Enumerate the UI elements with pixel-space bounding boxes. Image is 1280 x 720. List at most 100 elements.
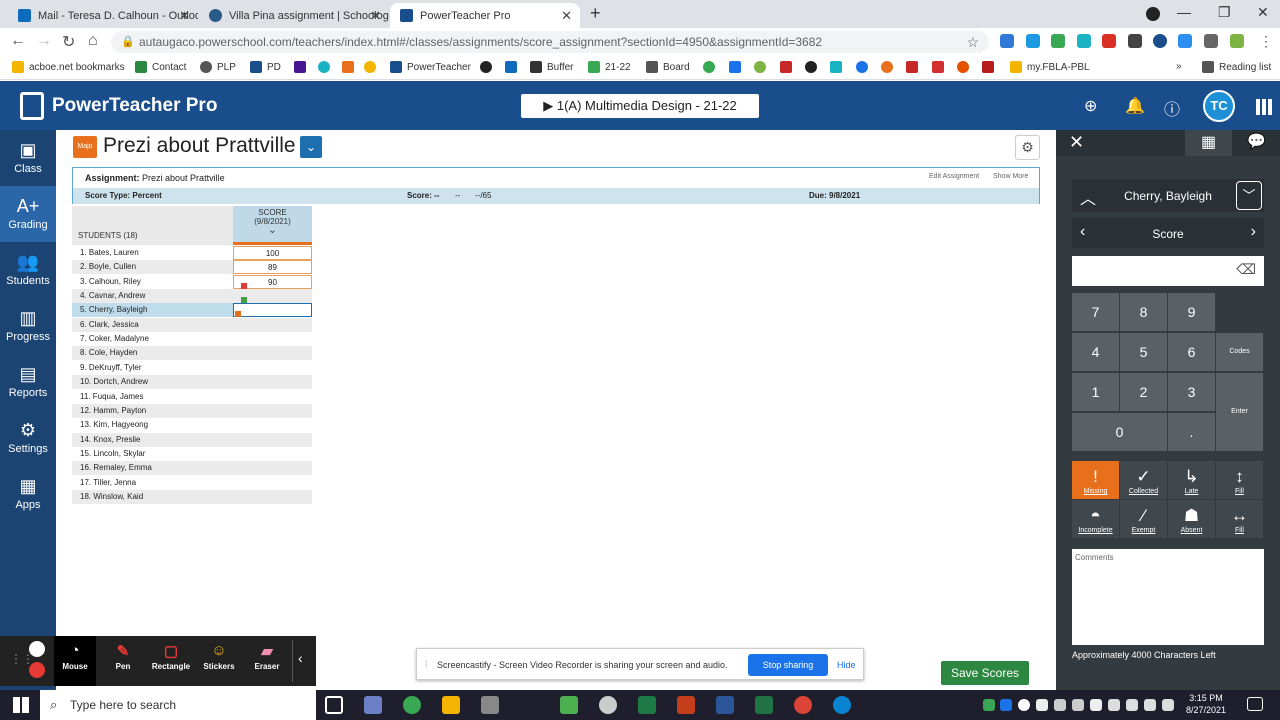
browser-tab-powerteacher[interactable]: PowerTeacher Pro ✕ (390, 3, 580, 28)
bookmark-item[interactable]: Buffer (530, 61, 574, 73)
notification-center-icon[interactable] (1247, 697, 1263, 711)
fill-code-button[interactable]: ↕ Fill (1216, 461, 1263, 499)
mouse-tool[interactable]: ◔ Mouse (53, 642, 97, 671)
hide-link[interactable]: Hide (837, 660, 856, 670)
pause-icon[interactable] (29, 641, 45, 657)
notifications-icon[interactable]: 🔔 (1125, 96, 1145, 116)
bookmark-item[interactable] (754, 61, 771, 73)
tray-icon[interactable] (1090, 699, 1102, 711)
student-name[interactable]: 14. Knox, Preslie (72, 432, 233, 447)
keypad-9[interactable]: 9 (1168, 293, 1215, 331)
score-cell[interactable] (233, 489, 312, 504)
stop-record-icon[interactable] (29, 662, 45, 678)
absent-code-button[interactable]: ☗ Absent (1168, 500, 1215, 538)
student-name[interactable]: 10. Dortch, Andrew (72, 375, 233, 390)
tray-icon[interactable] (1072, 699, 1084, 711)
student-name[interactable]: 6. Clark, Jessica (72, 317, 233, 332)
profile-menu-icon[interactable] (1146, 7, 1160, 21)
keypad-5[interactable]: 5 (1120, 333, 1167, 371)
home-icon[interactable]: ⌂ (88, 32, 98, 50)
bookmark-item[interactable] (982, 61, 999, 73)
score-cell[interactable] (233, 375, 312, 390)
keypad-0[interactable]: 0 (1072, 413, 1167, 451)
pen-tool[interactable]: ✎ Pen (101, 642, 145, 671)
student-name[interactable]: 4. Cavnar, Andrew (72, 289, 233, 304)
calculator-icon[interactable] (560, 696, 578, 714)
sidebar-item-apps[interactable]: ▦ Apps (0, 466, 56, 522)
minimize-icon[interactable]: — (1177, 4, 1191, 20)
score-cell[interactable] (233, 461, 312, 476)
app-icon[interactable] (364, 696, 382, 714)
sidebar-item-progress[interactable]: ▥ Progress (0, 298, 56, 354)
fill-code-button[interactable]: ↔ Fill (1216, 500, 1263, 538)
bookmarks-overflow-icon[interactable]: » (1176, 61, 1182, 72)
taskbar-search[interactable]: ⌕ Type here to search (40, 690, 316, 720)
comment-tab-icon[interactable]: 💬 (1247, 132, 1266, 150)
tray-icon[interactable] (1108, 699, 1120, 711)
bookmark-item[interactable]: PLP (200, 61, 236, 73)
student-name[interactable]: 5. Cherry, Bayleigh (72, 303, 233, 318)
bookmark-item[interactable]: Board (646, 61, 690, 73)
forward-icon[interactable]: → (36, 32, 52, 50)
sidebar-item-class[interactable]: ▣ Class (0, 130, 56, 186)
bookmark-item[interactable] (830, 61, 847, 73)
sidebar-item-settings[interactable]: ⚙ Settings (0, 410, 56, 466)
network-icon[interactable] (1126, 699, 1138, 711)
bookmark-item[interactable] (957, 61, 974, 73)
student-name[interactable]: 17. Tiller, Jenna (72, 475, 233, 490)
score-cell[interactable] (233, 360, 312, 375)
score-cell[interactable] (233, 389, 312, 404)
extension-icon[interactable] (1178, 34, 1192, 48)
keypad-7[interactable]: 7 (1072, 293, 1119, 331)
sidebar-item-students[interactable]: 👥 Students (0, 242, 56, 298)
browser-tab-mail[interactable]: Mail - Teresa D. Calhoun - Outloo ✕ (8, 3, 198, 28)
tray-icon[interactable] (1036, 699, 1048, 711)
bookmark-item[interactable] (342, 61, 359, 73)
backspace-icon[interactable]: ⌫ (1236, 261, 1256, 278)
extension-icon[interactable] (1102, 34, 1116, 48)
bookmark-item[interactable] (318, 61, 335, 73)
bookmark-item[interactable] (881, 61, 898, 73)
reading-list[interactable]: Reading list (1202, 61, 1271, 73)
gear-icon[interactable]: ⚙ (1015, 135, 1040, 160)
close-icon[interactable]: ✕ (370, 8, 381, 24)
stop-sharing-button[interactable]: Stop sharing (748, 654, 828, 676)
extension-icon[interactable] (1077, 34, 1091, 48)
missing-code-button[interactable]: ! Missing (1072, 461, 1119, 499)
keypad-3[interactable]: 3 (1168, 373, 1215, 411)
puzzle-icon[interactable] (1204, 34, 1218, 48)
collapse-icon[interactable]: ‹ (298, 650, 303, 666)
bookmark-item[interactable] (505, 61, 522, 73)
powerpoint-icon[interactable] (677, 696, 695, 714)
score-cell[interactable]: 89 (233, 260, 312, 275)
more-menu-icon[interactable]: ⋮ (1259, 33, 1273, 50)
volume-icon[interactable] (1144, 699, 1156, 711)
bookmark-item[interactable] (932, 61, 949, 73)
microphone-icon[interactable] (1018, 699, 1030, 711)
keyboard-icon[interactable] (1162, 699, 1174, 711)
url-bar[interactable]: 🔒 autaugaco.powerschool.com/teachers/ind… (111, 31, 989, 53)
avatar[interactable]: TC (1203, 90, 1235, 122)
incomplete-code-button[interactable]: ◓ Incomplete (1072, 500, 1119, 538)
student-name[interactable]: 18. Winslow, Kaid (72, 489, 233, 504)
window-close-icon[interactable]: ✕ (1257, 4, 1269, 21)
eraser-tool[interactable]: ▰ Eraser (245, 642, 289, 671)
app-icon[interactable] (599, 696, 617, 714)
chevron-down-icon[interactable]: ﹀ (1236, 181, 1262, 210)
student-name[interactable]: 8. Cole, Hayden (72, 346, 233, 361)
bookmark-item[interactable] (729, 61, 746, 73)
exempt-code-button[interactable]: ⁄ Exempt (1120, 500, 1167, 538)
keypad-2[interactable]: 2 (1120, 373, 1167, 411)
score-cell[interactable] (233, 446, 312, 461)
comments-field[interactable]: Comments (1072, 549, 1264, 645)
keypad-4[interactable]: 4 (1072, 333, 1119, 371)
student-name[interactable]: 2. Boyle, Cullen (72, 260, 233, 275)
help-icon[interactable]: ⓘ (1164, 96, 1180, 120)
score-cell[interactable] (233, 346, 312, 361)
student-name[interactable]: 3. Calhoun, Riley (72, 274, 233, 289)
bookmark-item[interactable] (703, 61, 720, 73)
sidebar-item-reports[interactable]: ▤ Reports (0, 354, 56, 410)
bookmark-item[interactable] (805, 61, 822, 73)
chevron-down-icon[interactable]: ⌄ (300, 136, 322, 158)
close-icon[interactable]: ✕ (1069, 132, 1084, 153)
